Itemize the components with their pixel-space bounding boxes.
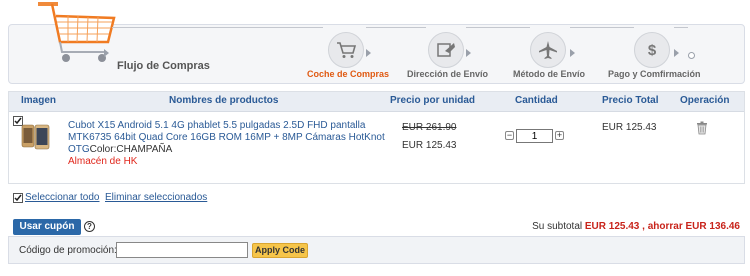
unit-price: EUR 125.43 xyxy=(402,140,457,151)
step-shipping xyxy=(530,32,566,68)
order-subtotal: Su subtotal EUR 125.43 , ahorrar EUR 136… xyxy=(532,221,740,232)
flow-connector xyxy=(366,27,426,28)
flow-start-arrow xyxy=(104,49,109,57)
step-label-address: Dirección de Envío xyxy=(407,69,489,79)
header-operation: Operación xyxy=(680,95,730,106)
delete-selected-link[interactable]: Eliminar seleccionados xyxy=(105,192,207,203)
savings-value: EUR 136.46 xyxy=(685,221,740,232)
item-total-price: EUR 125.43 xyxy=(602,122,657,133)
select-all-checkbox[interactable] xyxy=(13,193,23,203)
dollar-icon: $ xyxy=(648,42,657,59)
select-all-link[interactable]: Seleccionar todo xyxy=(25,192,100,203)
savings-label: , ahorrar xyxy=(642,221,683,232)
cart-table: Imagen Nombres de productos Precio por u… xyxy=(8,91,745,184)
step-address xyxy=(428,32,464,68)
warehouse-label: Almacén de HK xyxy=(68,156,138,167)
promo-code-input[interactable] xyxy=(116,242,248,258)
color-label: Color: xyxy=(89,144,117,155)
product-thumbnail[interactable] xyxy=(21,121,51,165)
flow-end-dot xyxy=(688,52,695,59)
help-icon[interactable]: ? xyxy=(84,221,95,232)
flow-title: Flujo de Compras xyxy=(117,60,210,72)
promo-code-panel: Código de promoción: Apply Code xyxy=(8,236,745,264)
step-cart xyxy=(328,32,364,68)
step-arrow xyxy=(570,49,575,57)
header-product-name: Nombres de productos xyxy=(169,95,279,106)
color-value: CHAMPAÑA xyxy=(116,144,173,155)
table-row: Cubot X15 Android 5.1 4G phablet 5.5 pul… xyxy=(9,113,744,183)
quantity-input[interactable] xyxy=(516,129,553,143)
step-arrow xyxy=(466,49,471,57)
check-icon xyxy=(14,194,22,202)
trash-icon[interactable] xyxy=(696,121,708,135)
step-arrow xyxy=(366,49,371,57)
step-label-cart: Coche de Compras xyxy=(307,69,390,79)
use-coupon-button[interactable]: Usar cupón xyxy=(13,219,81,235)
table-header: Imagen Nombres de productos Precio por u… xyxy=(9,92,744,112)
flow-connector xyxy=(570,27,634,28)
flow-connector xyxy=(466,27,530,28)
apply-code-button[interactable]: Apply Code xyxy=(252,243,308,258)
product-description: Cubot X15 Android 5.1 4G phablet 5.5 pul… xyxy=(68,120,388,168)
step-arrow xyxy=(674,49,679,57)
step-label-shipping: Método de Envío xyxy=(513,69,585,79)
subtotal-value: EUR 125.43 xyxy=(584,221,640,232)
header-total-price: Precio Total xyxy=(602,95,659,106)
promo-code-label: Código de promoción: xyxy=(19,245,117,256)
header-quantity: Cantidad xyxy=(515,95,558,106)
address-icon xyxy=(437,43,455,57)
svg-text:$: $ xyxy=(648,42,657,59)
shopping-cart-illustration xyxy=(38,2,116,62)
step-label-payment: Pago y Comfirmación xyxy=(608,69,701,79)
cart-icon xyxy=(337,42,357,58)
subtotal-label: Su subtotal xyxy=(532,221,583,232)
header-image: Imagen xyxy=(21,95,57,106)
quantity-decrease-button[interactable]: − xyxy=(505,131,514,140)
step-payment: $ xyxy=(634,32,670,68)
flow-connector xyxy=(112,27,323,28)
original-price: EUR 261.90 xyxy=(402,122,457,133)
flow-connector xyxy=(674,27,688,28)
quantity-increase-button[interactable]: + xyxy=(555,131,564,140)
header-unit-price: Precio por unidad xyxy=(390,95,476,106)
plane-icon xyxy=(539,41,557,59)
